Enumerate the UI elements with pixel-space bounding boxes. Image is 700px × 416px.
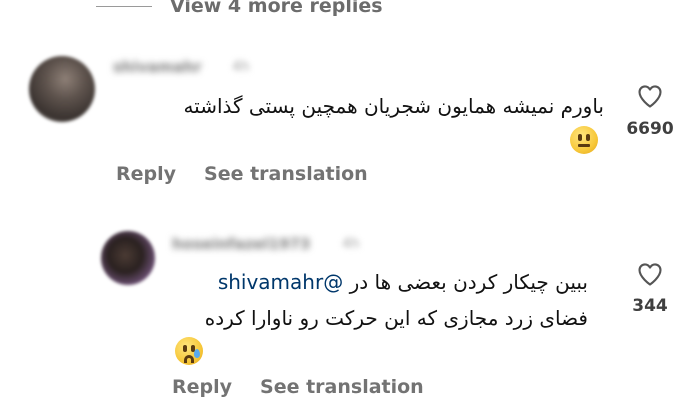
like-count: 344: [632, 296, 668, 316]
mention-link[interactable]: @shivamahr: [218, 270, 343, 294]
avatar[interactable]: [101, 231, 155, 285]
reply-button[interactable]: Reply: [172, 376, 232, 398]
comment-text-line-2: فضای زرد مجازی که این حرکت رو ناوارا کرد…: [204, 306, 588, 330]
comment-username[interactable]: shivamahr: [113, 58, 201, 76]
comment-text-line: ببین چیکار کردن بعضی ها در @shivamahr: [205, 264, 588, 300]
see-translation-button[interactable]: See translation: [204, 163, 368, 185]
like-count: 6690: [626, 119, 674, 139]
like-section: 6690: [620, 82, 680, 139]
view-more-replies-label: View 4 more replies: [170, 0, 383, 17]
heart-icon[interactable]: [635, 260, 665, 288]
comment-text: ببین چیکار کردن بعضی ها در @shivamahr فض…: [205, 264, 588, 336]
like-section: 344: [620, 260, 680, 316]
comment-text-line-1: ببین چیکار کردن بعضی ها در: [349, 270, 588, 294]
comment-username[interactable]: hoseinfazel1973: [172, 235, 310, 253]
thread-line-divider: [96, 5, 152, 7]
view-more-replies-button[interactable]: View 4 more replies: [96, 0, 383, 21]
see-translation-button[interactable]: See translation: [260, 376, 424, 398]
avatar[interactable]: [29, 56, 95, 122]
heart-icon[interactable]: [635, 82, 665, 110]
comment-timestamp: 4h: [342, 236, 360, 252]
reply-button[interactable]: Reply: [116, 163, 176, 185]
comment-actions: Reply See translation: [172, 376, 424, 398]
comment-actions: Reply See translation: [116, 163, 368, 185]
comment-timestamp: 4h: [232, 59, 250, 75]
comment-text: باورم نمیشه همایون شجریان همچین پستی گذا…: [183, 94, 604, 118]
neutral-face-emoji-icon: [570, 126, 598, 154]
sad-but-relieved-face-emoji-icon: [175, 337, 203, 365]
